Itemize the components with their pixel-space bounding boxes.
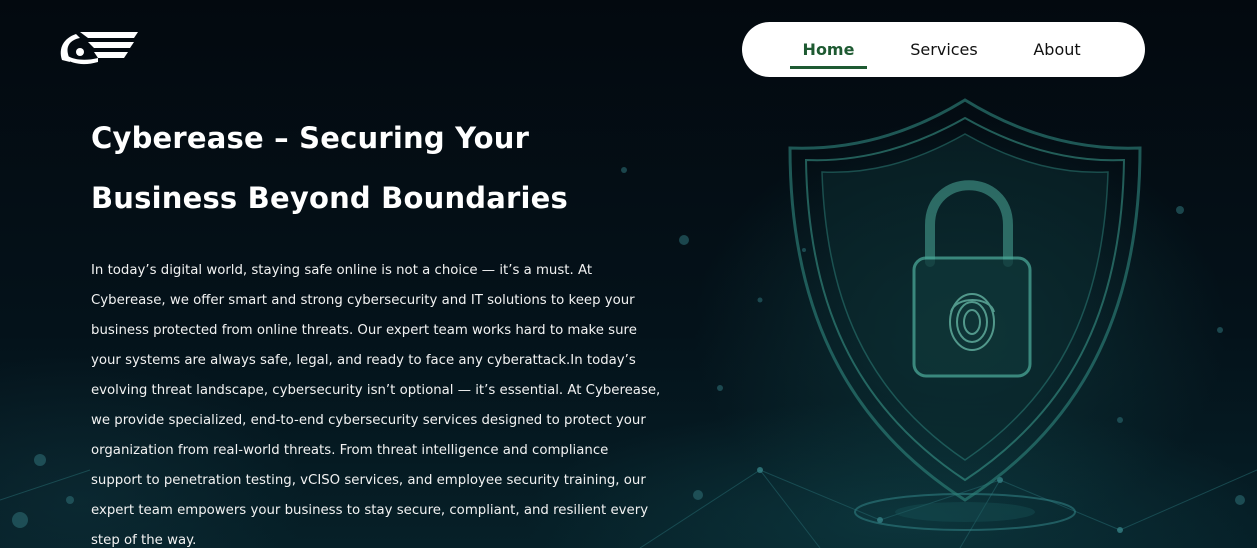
main-nav: Home Services About (742, 22, 1145, 77)
shield-lock-fingerprint-icon (788, 98, 1142, 502)
active-nav-indicator (790, 66, 867, 69)
hero-description: In today’s digital world, staying safe o… (91, 263, 661, 548)
nav-about-link[interactable]: About (1022, 22, 1092, 77)
hero-title: Cyberease – Securing Your Business Beyon… (91, 108, 691, 228)
hero-section: Home Services About Cyberease – Securing… (0, 0, 1257, 548)
hero-title-line-2: Business Beyond Boundaries (91, 181, 569, 215)
cyberease-logo-icon[interactable] (58, 28, 142, 68)
hero-title-line-1: Cyberease – Securing Your (91, 121, 530, 155)
nav-services-link[interactable]: Services (900, 22, 988, 77)
